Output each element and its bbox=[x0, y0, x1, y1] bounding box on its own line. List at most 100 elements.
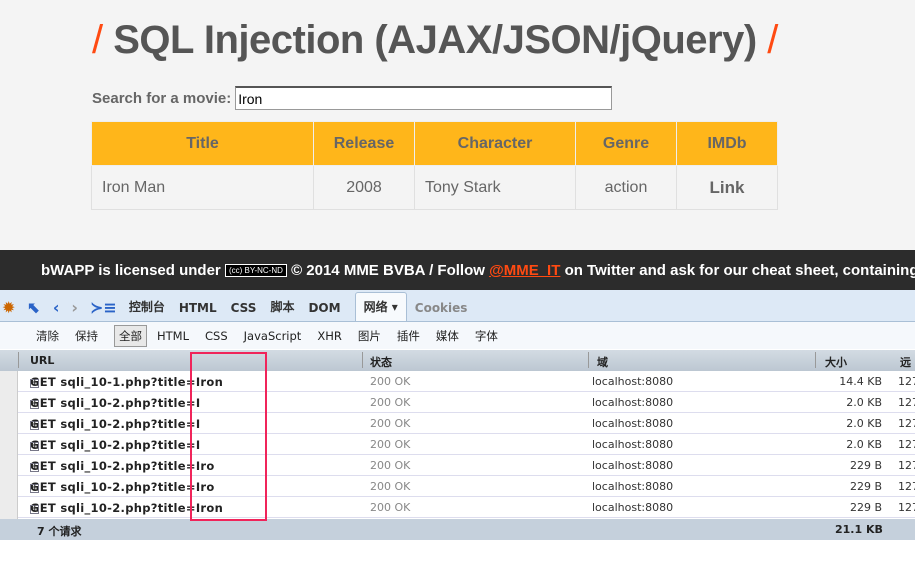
tab-script[interactable]: 脚本 bbox=[270, 298, 294, 321]
twitter-link[interactable]: @MME_IT bbox=[489, 262, 560, 279]
expand-icon[interactable]: + bbox=[30, 379, 39, 388]
filter-fonts[interactable]: 字体 bbox=[475, 328, 498, 344]
request-size: 229 B bbox=[849, 480, 882, 493]
cell-title: Iron Man bbox=[91, 165, 314, 210]
footer-copyright: © 2014 MME BVBA / Follow bbox=[291, 262, 485, 279]
network-header: URL 状态 域 大小 远 bbox=[0, 350, 915, 371]
firebug-panel: ✹ ⬉ ‹ › ≻≡ 控制台 HTML CSS 脚本 DOM 网络 ▾ Cook… bbox=[0, 290, 915, 540]
request-remote: 127 bbox=[898, 501, 915, 514]
imdb-link[interactable]: Link bbox=[676, 165, 778, 210]
col-status[interactable]: 状态 bbox=[370, 354, 392, 370]
request-status: 200 OK bbox=[370, 501, 411, 514]
request-domain: localhost:8080 bbox=[592, 459, 674, 472]
footer: bWAPP is licensed under (cc) BY-NC-ND © … bbox=[0, 250, 915, 290]
expand-icon[interactable]: + bbox=[30, 400, 39, 409]
cell-release: 2008 bbox=[313, 165, 415, 210]
filter-plugins[interactable]: 插件 bbox=[397, 328, 420, 344]
filter-clear[interactable]: 清除 bbox=[36, 328, 59, 344]
col-title: Title bbox=[91, 121, 314, 166]
request-size: 229 B bbox=[849, 459, 882, 472]
filter-all[interactable]: 全部 bbox=[114, 324, 147, 347]
cell-character: Tony Stark bbox=[414, 165, 576, 210]
network-request-row[interactable]: + GET sqli_10-2.php?title=I 200 OK localh… bbox=[18, 434, 915, 455]
network-request-row[interactable]: + GET sqli_10-2.php?title=I 200 OK localh… bbox=[18, 413, 915, 434]
request-status: 200 OK bbox=[370, 438, 411, 451]
request-url[interactable]: + GET sqli_10-2.php?title=I bbox=[30, 438, 200, 452]
network-request-row[interactable]: + GET sqli_10-2.php?title=Iro 200 OK loca… bbox=[18, 455, 915, 476]
cell-genre: action bbox=[575, 165, 677, 210]
col-remote[interactable]: 远 bbox=[900, 354, 911, 370]
request-domain: localhost:8080 bbox=[592, 417, 674, 430]
request-status: 200 OK bbox=[370, 396, 411, 409]
filter-xhr[interactable]: XHR bbox=[317, 329, 342, 343]
filter-persist[interactable]: 保持 bbox=[75, 328, 98, 344]
movie-search-input[interactable] bbox=[235, 86, 613, 110]
network-request-row[interactable]: + GET sqli_10-2.php?title=Iron 200 OK loc… bbox=[18, 497, 915, 518]
tab-network[interactable]: 网络 ▾ bbox=[354, 292, 407, 321]
tab-css[interactable]: CSS bbox=[231, 301, 257, 321]
request-domain: localhost:8080 bbox=[592, 375, 674, 388]
network-request-row[interactable]: + GET sqli_10-1.php?title=Iron 200 OK loc… bbox=[18, 371, 915, 392]
tab-html[interactable]: HTML bbox=[179, 301, 217, 321]
search-label: Search for a movie: bbox=[92, 89, 232, 107]
network-request-row[interactable]: + GET sqli_10-2.php?title=Iro 200 OK loca… bbox=[18, 476, 915, 497]
col-domain[interactable]: 域 bbox=[597, 354, 608, 370]
tab-console[interactable]: 控制台 bbox=[129, 298, 165, 321]
cc-license-badge[interactable]: (cc) BY-NC-ND bbox=[224, 264, 287, 277]
request-status: 200 OK bbox=[370, 480, 411, 493]
col-size[interactable]: 大小 bbox=[825, 354, 847, 370]
col-url[interactable]: URL bbox=[30, 354, 54, 367]
expand-icon[interactable]: + bbox=[30, 484, 39, 493]
request-remote: 127 bbox=[898, 396, 915, 409]
request-remote: 127 bbox=[898, 480, 915, 493]
request-size: 229 B bbox=[849, 501, 882, 514]
request-url[interactable]: + GET sqli_10-2.php?title=I bbox=[30, 396, 200, 410]
request-remote: 127 bbox=[898, 375, 915, 388]
request-url[interactable]: + GET sqli_10-2.php?title=I bbox=[30, 417, 200, 431]
request-status: 200 OK bbox=[370, 417, 411, 430]
back-icon[interactable]: ‹ bbox=[53, 298, 60, 321]
page-title: / SQL Injection (AJAX/JSON/jQuery) / bbox=[92, 18, 778, 62]
table-row: Iron Man 2008 Tony Stark action Link bbox=[91, 165, 778, 210]
request-remote: 127 bbox=[898, 417, 915, 430]
firebug-toolbar: ✹ ⬉ ‹ › ≻≡ 控制台 HTML CSS 脚本 DOM 网络 ▾ Cook… bbox=[0, 290, 915, 322]
request-domain: localhost:8080 bbox=[592, 480, 674, 493]
command-line-icon[interactable]: ≻≡ bbox=[90, 298, 117, 321]
filter-css[interactable]: CSS bbox=[205, 329, 228, 343]
filter-js[interactable]: JavaScript bbox=[244, 329, 302, 343]
network-summary: 7 个请求 21.1 KB bbox=[0, 519, 915, 540]
tab-cookies[interactable]: Cookies bbox=[415, 301, 468, 321]
request-domain: localhost:8080 bbox=[592, 438, 674, 451]
network-request-row[interactable]: + GET sqli_10-2.php?title=I 200 OK localh… bbox=[18, 392, 915, 413]
expand-icon[interactable]: + bbox=[30, 421, 39, 430]
col-imdb: IMDb bbox=[676, 121, 778, 166]
request-domain: localhost:8080 bbox=[592, 396, 674, 409]
total-size: 21.1 KB bbox=[835, 523, 883, 536]
request-status: 200 OK bbox=[370, 375, 411, 388]
request-url[interactable]: + GET sqli_10-2.php?title=Iro bbox=[30, 459, 215, 473]
row-gutter bbox=[0, 371, 18, 519]
col-genre: Genre bbox=[575, 121, 677, 166]
expand-icon[interactable]: + bbox=[30, 442, 39, 451]
request-size: 2.0 KB bbox=[846, 396, 882, 409]
tab-dom[interactable]: DOM bbox=[308, 301, 340, 321]
footer-text: bWAPP is licensed under bbox=[41, 262, 221, 279]
search-form: Search for a movie: bbox=[92, 86, 613, 110]
network-filter-bar: 清除 保持 全部 HTML CSS JavaScript XHR 图片 插件 媒… bbox=[0, 322, 915, 349]
request-size: 2.0 KB bbox=[846, 417, 882, 430]
bwapp-page: / SQL Injection (AJAX/JSON/jQuery) / Sea… bbox=[0, 0, 915, 250]
filter-media[interactable]: 媒体 bbox=[436, 328, 459, 344]
firebug-bug-icon[interactable]: ✹ bbox=[2, 298, 15, 321]
request-url[interactable]: + GET sqli_10-2.php?title=Iro bbox=[30, 480, 215, 494]
filter-images[interactable]: 图片 bbox=[358, 328, 381, 344]
footer-suffix: on Twitter and ask for our cheat sheet, … bbox=[564, 262, 915, 279]
forward-icon[interactable]: › bbox=[71, 298, 78, 321]
request-count: 7 个请求 bbox=[37, 525, 82, 538]
filter-html[interactable]: HTML bbox=[157, 329, 189, 343]
request-remote: 127 bbox=[898, 459, 915, 472]
request-remote: 127 bbox=[898, 438, 915, 451]
movie-table: Title Release Character Genre IMDb Iron … bbox=[91, 121, 778, 210]
inspect-icon[interactable]: ⬉ bbox=[27, 298, 40, 321]
expand-icon[interactable]: + bbox=[30, 505, 39, 514]
expand-icon[interactable]: + bbox=[30, 463, 39, 472]
